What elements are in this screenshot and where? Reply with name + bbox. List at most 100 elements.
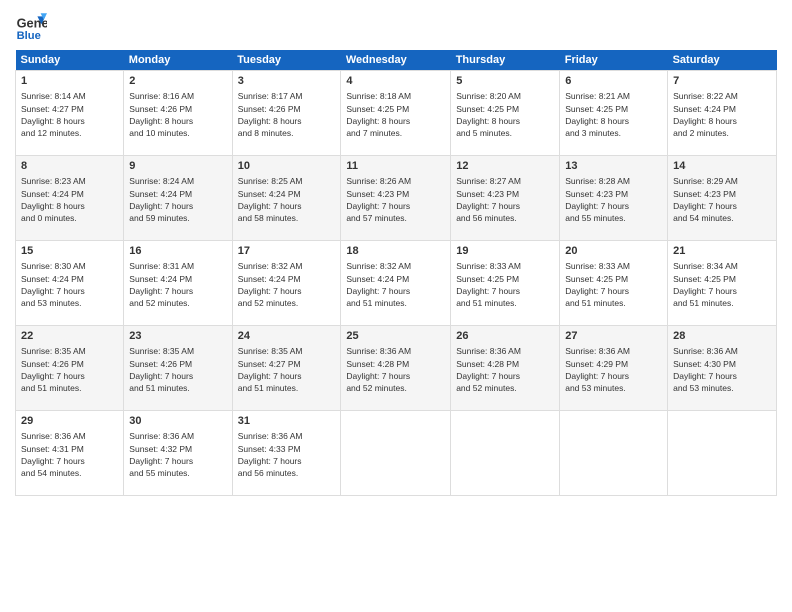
logo-icon: General Blue <box>15 10 47 42</box>
day-info: Sunrise: 8:18 AM Sunset: 4:25 PM Dayligh… <box>346 90 445 139</box>
weekday-header-tuesday: Tuesday <box>232 50 341 71</box>
day-info: Sunrise: 8:34 AM Sunset: 4:25 PM Dayligh… <box>673 260 771 309</box>
day-number: 19 <box>456 244 554 259</box>
calendar-day-cell: 4Sunrise: 8:18 AM Sunset: 4:25 PM Daylig… <box>341 71 451 156</box>
calendar-week-row: 8Sunrise: 8:23 AM Sunset: 4:24 PM Daylig… <box>16 156 777 241</box>
day-number: 24 <box>238 329 336 344</box>
calendar-week-row: 1Sunrise: 8:14 AM Sunset: 4:27 PM Daylig… <box>16 71 777 156</box>
day-number: 2 <box>129 74 226 89</box>
calendar-day-cell: 29Sunrise: 8:36 AM Sunset: 4:31 PM Dayli… <box>16 411 124 496</box>
day-info: Sunrise: 8:35 AM Sunset: 4:27 PM Dayligh… <box>238 345 336 394</box>
day-number: 1 <box>21 74 118 89</box>
calendar-day-cell: 18Sunrise: 8:32 AM Sunset: 4:24 PM Dayli… <box>341 241 451 326</box>
weekday-header-monday: Monday <box>124 50 232 71</box>
day-info: Sunrise: 8:27 AM Sunset: 4:23 PM Dayligh… <box>456 175 554 224</box>
calendar-day-cell: 28Sunrise: 8:36 AM Sunset: 4:30 PM Dayli… <box>668 326 777 411</box>
day-number: 25 <box>346 329 445 344</box>
calendar-day-cell: 5Sunrise: 8:20 AM Sunset: 4:25 PM Daylig… <box>451 71 560 156</box>
day-number: 20 <box>565 244 662 259</box>
day-info: Sunrise: 8:21 AM Sunset: 4:25 PM Dayligh… <box>565 90 662 139</box>
calendar-empty-cell <box>341 411 451 496</box>
day-number: 31 <box>238 414 336 429</box>
day-number: 9 <box>129 159 226 174</box>
day-number: 11 <box>346 159 445 174</box>
day-number: 16 <box>129 244 226 259</box>
calendar-day-cell: 23Sunrise: 8:35 AM Sunset: 4:26 PM Dayli… <box>124 326 232 411</box>
weekday-header-friday: Friday <box>560 50 668 71</box>
day-info: Sunrise: 8:35 AM Sunset: 4:26 PM Dayligh… <box>129 345 226 394</box>
day-info: Sunrise: 8:36 AM Sunset: 4:28 PM Dayligh… <box>456 345 554 394</box>
day-number: 6 <box>565 74 662 89</box>
svg-text:Blue: Blue <box>17 30 41 42</box>
calendar-week-row: 29Sunrise: 8:36 AM Sunset: 4:31 PM Dayli… <box>16 411 777 496</box>
page-header: General Blue <box>15 10 777 42</box>
calendar-day-cell: 6Sunrise: 8:21 AM Sunset: 4:25 PM Daylig… <box>560 71 668 156</box>
day-info: Sunrise: 8:33 AM Sunset: 4:25 PM Dayligh… <box>565 260 662 309</box>
day-number: 15 <box>21 244 118 259</box>
day-info: Sunrise: 8:28 AM Sunset: 4:23 PM Dayligh… <box>565 175 662 224</box>
calendar-day-cell: 24Sunrise: 8:35 AM Sunset: 4:27 PM Dayli… <box>232 326 341 411</box>
calendar-empty-cell <box>560 411 668 496</box>
day-number: 13 <box>565 159 662 174</box>
day-info: Sunrise: 8:29 AM Sunset: 4:23 PM Dayligh… <box>673 175 771 224</box>
day-info: Sunrise: 8:26 AM Sunset: 4:23 PM Dayligh… <box>346 175 445 224</box>
day-number: 22 <box>21 329 118 344</box>
calendar-day-cell: 8Sunrise: 8:23 AM Sunset: 4:24 PM Daylig… <box>16 156 124 241</box>
day-info: Sunrise: 8:22 AM Sunset: 4:24 PM Dayligh… <box>673 90 771 139</box>
calendar-day-cell: 10Sunrise: 8:25 AM Sunset: 4:24 PM Dayli… <box>232 156 341 241</box>
calendar-day-cell: 21Sunrise: 8:34 AM Sunset: 4:25 PM Dayli… <box>668 241 777 326</box>
day-info: Sunrise: 8:36 AM Sunset: 4:28 PM Dayligh… <box>346 345 445 394</box>
day-info: Sunrise: 8:25 AM Sunset: 4:24 PM Dayligh… <box>238 175 336 224</box>
day-number: 28 <box>673 329 771 344</box>
day-number: 12 <box>456 159 554 174</box>
day-info: Sunrise: 8:32 AM Sunset: 4:24 PM Dayligh… <box>346 260 445 309</box>
calendar-week-row: 22 Sunrise: 8:35 AM Sunset: 4:26 PM Dayli… <box>16 326 777 411</box>
day-number: 5 <box>456 74 554 89</box>
weekday-header-row: SundayMondayTuesdayWednesdayThursdayFrid… <box>16 50 777 71</box>
calendar-day-cell: 12Sunrise: 8:27 AM Sunset: 4:23 PM Dayli… <box>451 156 560 241</box>
day-info: Sunrise: 8:36 AM Sunset: 4:30 PM Dayligh… <box>673 345 771 394</box>
calendar-empty-cell <box>451 411 560 496</box>
day-number: 23 <box>129 329 226 344</box>
calendar-week-row: 15Sunrise: 8:30 AM Sunset: 4:24 PM Dayli… <box>16 241 777 326</box>
day-number: 17 <box>238 244 336 259</box>
calendar-day-cell: 1Sunrise: 8:14 AM Sunset: 4:27 PM Daylig… <box>16 71 124 156</box>
calendar-day-cell: 7Sunrise: 8:22 AM Sunset: 4:24 PM Daylig… <box>668 71 777 156</box>
calendar-day-cell: 26Sunrise: 8:36 AM Sunset: 4:28 PM Dayli… <box>451 326 560 411</box>
day-number: 26 <box>456 329 554 344</box>
day-number: 4 <box>346 74 445 89</box>
day-number: 29 <box>21 414 118 429</box>
day-info: Sunrise: 8:16 AM Sunset: 4:26 PM Dayligh… <box>129 90 226 139</box>
calendar-day-cell: 2Sunrise: 8:16 AM Sunset: 4:26 PM Daylig… <box>124 71 232 156</box>
calendar-day-cell: 22Sunrise: 8:35 AM Sunset: 4:26 PM Dayli… <box>16 326 124 411</box>
calendar-day-cell: 17Sunrise: 8:32 AM Sunset: 4:24 PM Dayli… <box>232 241 341 326</box>
day-info: Sunrise: 8:17 AM Sunset: 4:26 PM Dayligh… <box>238 90 336 139</box>
day-info: Sunrise: 8:33 AM Sunset: 4:25 PM Dayligh… <box>456 260 554 309</box>
day-number: 10 <box>238 159 336 174</box>
day-number: 7 <box>673 74 771 89</box>
calendar-day-cell: 25Sunrise: 8:36 AM Sunset: 4:28 PM Dayli… <box>341 326 451 411</box>
day-number: 3 <box>238 74 336 89</box>
day-number: 21 <box>673 244 771 259</box>
day-number: 18 <box>346 244 445 259</box>
day-info: Sunrise: 8:36 AM Sunset: 4:32 PM Dayligh… <box>129 430 226 479</box>
calendar-empty-cell <box>668 411 777 496</box>
calendar-day-cell: 19Sunrise: 8:33 AM Sunset: 4:25 PM Dayli… <box>451 241 560 326</box>
day-info: Sunrise: 8:36 AM Sunset: 4:33 PM Dayligh… <box>238 430 336 479</box>
calendar-day-cell: 20Sunrise: 8:33 AM Sunset: 4:25 PM Dayli… <box>560 241 668 326</box>
calendar-day-cell: 27Sunrise: 8:36 AM Sunset: 4:29 PM Dayli… <box>560 326 668 411</box>
calendar-page: General Blue SundayMondayTuesdayWednesda… <box>0 0 792 612</box>
calendar-day-cell: 3Sunrise: 8:17 AM Sunset: 4:26 PM Daylig… <box>232 71 341 156</box>
calendar-day-cell: 11Sunrise: 8:26 AM Sunset: 4:23 PM Dayli… <box>341 156 451 241</box>
calendar-day-cell: 16Sunrise: 8:31 AM Sunset: 4:24 PM Dayli… <box>124 241 232 326</box>
day-number: 14 <box>673 159 771 174</box>
day-info: Sunrise: 8:30 AM Sunset: 4:24 PM Dayligh… <box>21 260 118 309</box>
logo: General Blue <box>15 10 47 42</box>
day-info: Sunrise: 8:14 AM Sunset: 4:27 PM Dayligh… <box>21 90 118 139</box>
day-info: Sunrise: 8:36 AM Sunset: 4:31 PM Dayligh… <box>21 430 118 479</box>
calendar-day-cell: 31Sunrise: 8:36 AM Sunset: 4:33 PM Dayli… <box>232 411 341 496</box>
calendar-day-cell: 14Sunrise: 8:29 AM Sunset: 4:23 PM Dayli… <box>668 156 777 241</box>
day-number: 27 <box>565 329 662 344</box>
day-info: Sunrise: 8:36 AM Sunset: 4:29 PM Dayligh… <box>565 345 662 394</box>
calendar-day-cell: 9Sunrise: 8:24 AM Sunset: 4:24 PM Daylig… <box>124 156 232 241</box>
